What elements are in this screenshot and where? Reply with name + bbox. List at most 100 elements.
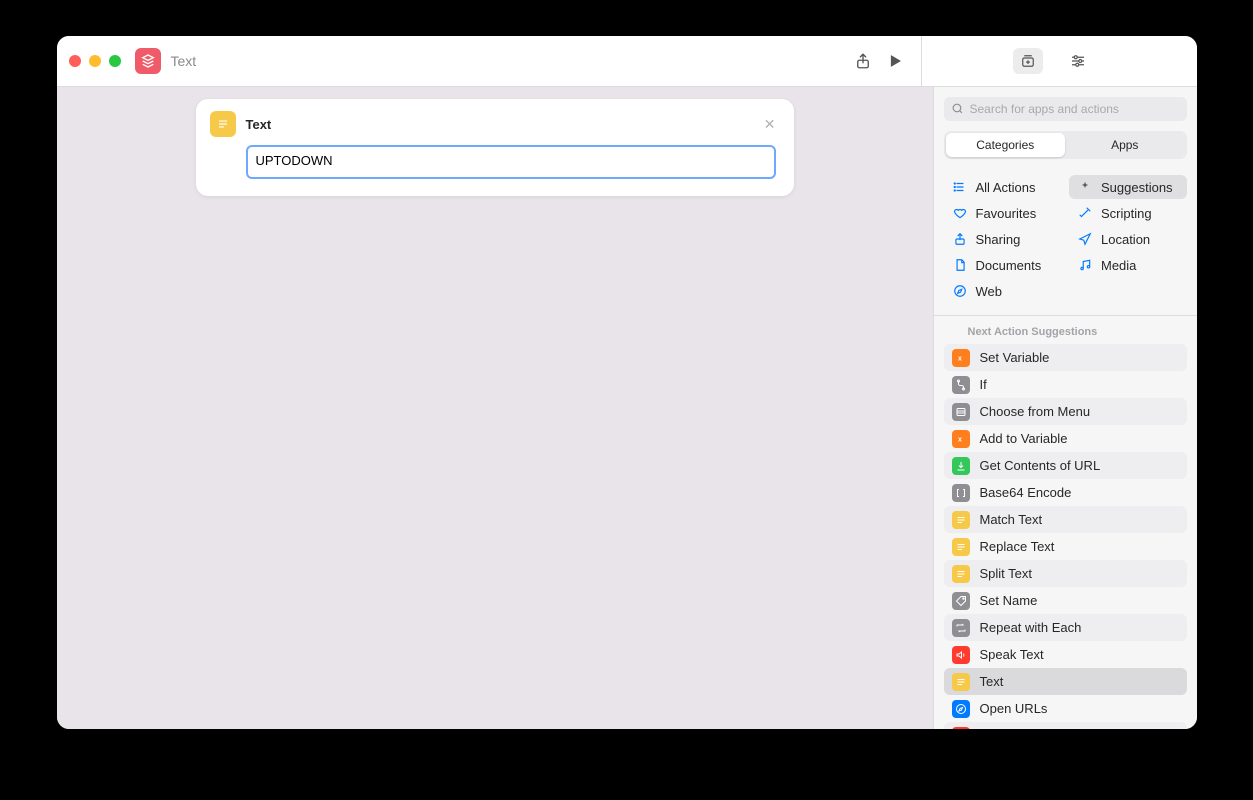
search-input[interactable] [944,97,1187,121]
close-icon[interactable] [69,55,81,67]
category-label: Scripting [1101,206,1152,221]
action-copy-to-clipboard[interactable]: Copy to Clipboard [944,722,1187,729]
action-label: Text [980,674,1004,689]
category-documents[interactable]: Documents [944,253,1062,277]
category-label: Documents [976,258,1042,273]
svg-text:x: x [958,436,962,443]
action-get-contents-of-url[interactable]: Get Contents of URL [944,452,1187,479]
action-suggestions-list: x Set Variable If Choose from Menu x Add to V… [934,344,1197,729]
action-label: Set Name [980,593,1038,608]
action-label: Match Text [980,512,1043,527]
action-label: Split Text [980,566,1033,581]
window: Text [57,36,1197,729]
action-repeat-with-each[interactable]: Repeat with Each [944,614,1187,641]
app-title: Text [171,53,197,69]
lines-icon [952,538,970,556]
list-icon [952,179,968,195]
action-replace-text[interactable]: Replace Text [944,533,1187,560]
svg-text:x: x [958,355,962,362]
action-block-text[interactable]: Text ✕ [196,99,794,196]
speaker-icon [952,646,970,664]
location-icon [1077,231,1093,247]
brackets-icon [952,484,970,502]
action-label: Replace Text [980,539,1055,554]
action-set-variable[interactable]: x Set Variable [944,344,1187,371]
action-speak-text[interactable]: Speak Text [944,641,1187,668]
action-label: Open URLs [980,701,1048,716]
minimize-icon[interactable] [89,55,101,67]
category-media[interactable]: Media [1069,253,1187,277]
action-text[interactable]: Text [944,668,1187,695]
action-split-text[interactable]: Split Text [944,560,1187,587]
category-suggestions[interactable]: Suggestions [1069,175,1187,199]
action-label: Repeat with Each [980,620,1082,635]
category-all-actions[interactable]: All Actions [944,175,1062,199]
tab-categories[interactable]: Categories [946,133,1066,157]
category-label: Favourites [976,206,1037,221]
category-label: Web [976,284,1003,299]
category-label: Location [1101,232,1150,247]
action-open-urls[interactable]: Open URLs [944,695,1187,722]
action-label: Add to Variable [980,431,1068,446]
action-title: Text [246,117,750,132]
tab-apps[interactable]: Apps [1065,133,1185,157]
toolbar-right-group [921,36,1185,86]
x-icon: x [952,349,970,367]
category-scripting[interactable]: Scripting [1069,201,1187,225]
share-icon [952,231,968,247]
suggestions-header: Next Action Suggestions [934,316,1197,344]
action-base64-encode[interactable]: Base64 Encode [944,479,1187,506]
action-label: If [980,377,987,392]
app-icon [135,48,161,74]
action-set-name[interactable]: Set Name [944,587,1187,614]
action-match-text[interactable]: Match Text [944,506,1187,533]
library-toggle-button[interactable] [1013,48,1043,74]
heart-icon [952,205,968,221]
repeat-icon [952,619,970,637]
tag-icon [952,592,970,610]
action-label: Get Contents of URL [980,458,1101,473]
settings-toggle-button[interactable] [1063,48,1093,74]
clipboard-icon [952,727,970,730]
action-label: Choose from Menu [980,404,1091,419]
text-action-icon [210,111,236,137]
compass-icon [952,700,970,718]
sparkle-icon [1077,179,1093,195]
text-action-input[interactable] [246,145,776,179]
action-label: Set Variable [980,350,1050,365]
download-icon [952,457,970,475]
category-location[interactable]: Location [1069,227,1187,251]
fullscreen-icon[interactable] [109,55,121,67]
toolbar: Text [57,36,1197,87]
search-icon [951,102,964,118]
run-button[interactable] [879,45,911,77]
segmented-control[interactable]: Categories Apps [944,131,1187,159]
remove-action-button[interactable]: ✕ [760,114,780,135]
branch-icon [952,376,970,394]
menu-icon [952,403,970,421]
action-if[interactable]: If [944,371,1187,398]
category-label: All Actions [976,180,1036,195]
action-label: Copy to Clipboard [980,728,1084,729]
lines-icon [952,565,970,583]
category-web[interactable]: Web [944,279,1062,303]
action-library-sidebar: Categories Apps All Actions Suggestions … [933,87,1197,729]
categories-grid: All Actions Suggestions Favourites Scrip… [934,165,1197,316]
action-label: Base64 Encode [980,485,1072,500]
workflow-canvas[interactable]: Text ✕ [57,87,933,729]
traffic-lights [69,55,121,67]
compass-icon [952,283,968,299]
category-sharing[interactable]: Sharing [944,227,1062,251]
category-label: Sharing [976,232,1021,247]
document-icon [952,257,968,273]
lines-icon [952,673,970,691]
category-label: Media [1101,258,1136,273]
share-button[interactable] [847,45,879,77]
category-label: Suggestions [1101,180,1173,195]
music-icon [1077,257,1093,273]
category-favourites[interactable]: Favourites [944,201,1062,225]
action-add-to-variable[interactable]: x Add to Variable [944,425,1187,452]
action-choose-from-menu[interactable]: Choose from Menu [944,398,1187,425]
wand-icon [1077,205,1093,221]
action-label: Speak Text [980,647,1044,662]
